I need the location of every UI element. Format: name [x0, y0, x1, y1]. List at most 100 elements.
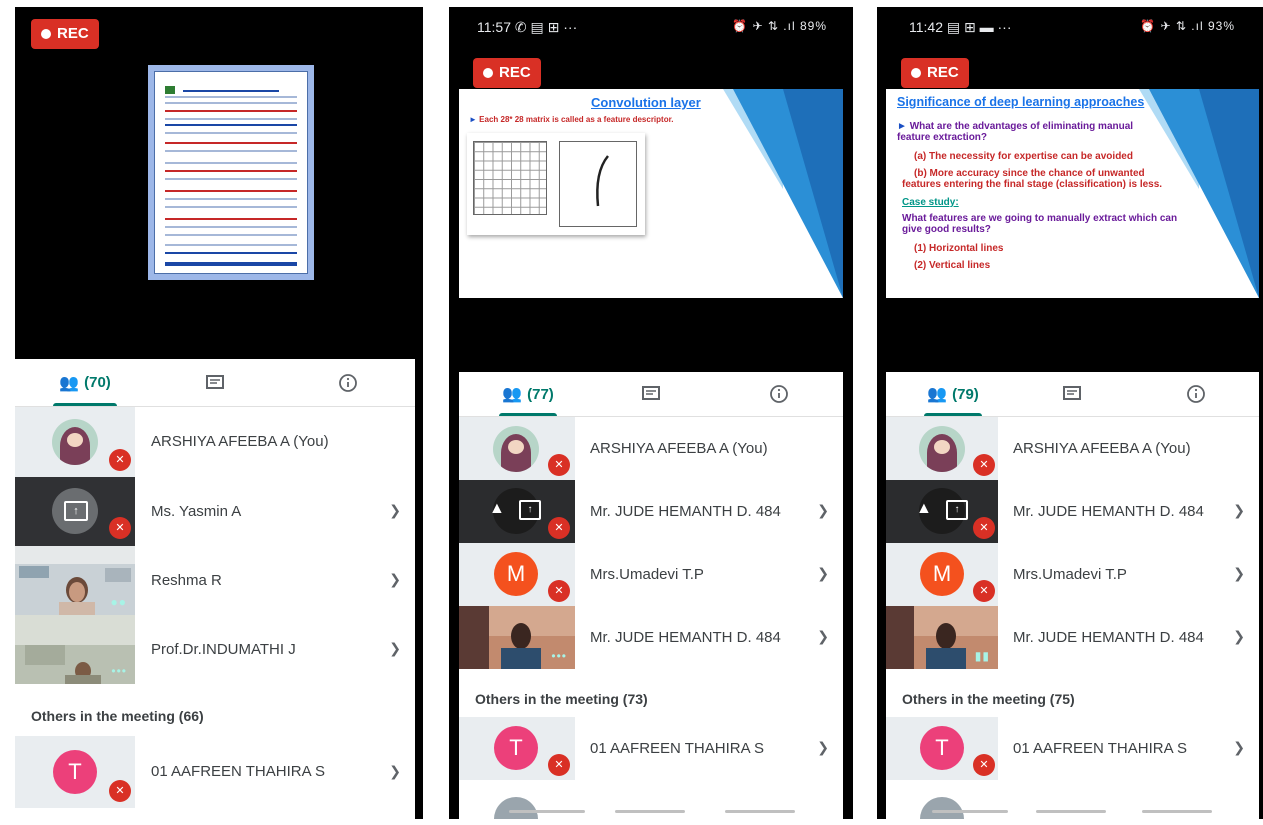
- participant-row[interactable]: M ✕ Mrs.Umadevi T.P ❯: [886, 543, 1259, 606]
- nav-gesture-bar: [1036, 810, 1106, 813]
- participant-tile: ▲ ↑ ✕: [886, 480, 998, 543]
- pin-icon: ▲: [489, 500, 505, 517]
- participant-name: Mr. JUDE HEMANTH D. 484: [1013, 629, 1204, 646]
- avatar: T: [53, 750, 97, 794]
- panel-tabs: 👥 (79): [886, 372, 1259, 417]
- chevron-right-icon[interactable]: ❯: [389, 571, 401, 588]
- mic-off-icon: ✕: [973, 454, 995, 476]
- mic-off-icon: ✕: [548, 454, 570, 476]
- participant-row[interactable]: T ✕ 01 AAFREEN THAHIRA S ❯: [459, 717, 843, 780]
- tab-info[interactable]: [328, 359, 368, 406]
- participant-row[interactable]: ✕ ARSHIYA AFEEBA A (You): [459, 417, 843, 480]
- participant-row[interactable]: M ✕ Mrs.Umadevi T.P ❯: [459, 543, 843, 606]
- participant-name: Ms. Yasmin A: [151, 503, 242, 520]
- rec-label: REC: [57, 25, 89, 42]
- chevron-right-icon[interactable]: ❯: [817, 628, 829, 645]
- participant-tile: •••: [459, 606, 575, 669]
- slide-title: Significance of deep learning approaches: [897, 95, 1145, 109]
- people-icon: 👥: [59, 374, 80, 392]
- speaking-indicator: ●●: [110, 595, 127, 609]
- participant-row[interactable]: ✕ ARSHIYA AFEEBA A (You): [886, 417, 1259, 480]
- participant-row[interactable]: T ✕ 01 AAFREEN THAHIRA S ❯: [15, 736, 415, 808]
- chevron-right-icon[interactable]: ❯: [1233, 628, 1245, 645]
- slide-answer: (b) More accuracy since the chance of un…: [902, 168, 1163, 190]
- participant-name: Prof.Dr.INDUMATHI J: [151, 641, 296, 658]
- participant-name: Mr. JUDE HEMANTH D. 484: [1013, 503, 1204, 520]
- participants-panel: 👥 (77) ✕ ARSHIYA AFEEBA A (You) ▲ ↑ ✕ Mr…: [459, 372, 843, 819]
- nav-gesture-bar: [932, 810, 1008, 813]
- slide-question: ► What are the advantages of eliminating…: [897, 121, 1134, 143]
- others-section-heading: Others in the meeting (75): [902, 691, 1075, 707]
- participant-row[interactable]: ▮▮ Mr. JUDE HEMANTH D. 484 ❯: [886, 606, 1259, 669]
- people-count: (79): [952, 385, 979, 403]
- shared-screen-poster: [148, 65, 314, 280]
- others-section-heading: Others in the meeting (73): [475, 691, 648, 707]
- chevron-right-icon[interactable]: ❯: [1233, 502, 1245, 519]
- chevron-right-icon[interactable]: ❯: [817, 502, 829, 519]
- tab-people[interactable]: 👥 (79): [916, 372, 990, 416]
- tab-chat[interactable]: [195, 359, 235, 406]
- people-count: (70): [84, 374, 111, 391]
- participant-row[interactable]: ↑ ✕ Ms. Yasmin A ❯: [15, 477, 415, 546]
- tab-info[interactable]: [759, 372, 799, 416]
- slide-title: Convolution layer: [591, 95, 701, 110]
- shared-screen-slide: Convolution layer ► Each 28* 28 matrix i…: [459, 89, 843, 298]
- participant-row[interactable]: ••• Mr. JUDE HEMANTH D. 484 ❯: [459, 606, 843, 669]
- info-icon: [1187, 385, 1205, 403]
- info-icon: [770, 385, 788, 403]
- participant-tile: M ✕: [886, 543, 998, 606]
- nav-gesture-bar: [509, 810, 585, 813]
- chevron-right-icon[interactable]: ❯: [389, 640, 401, 657]
- mic-off-icon: ✕: [109, 517, 131, 539]
- participant-tile: M ✕: [459, 543, 575, 606]
- chat-icon: [206, 374, 224, 389]
- participant-row[interactable]: ••• Prof.Dr.INDUMATHI J ❯: [15, 615, 415, 684]
- tab-people[interactable]: 👥 (70): [45, 359, 125, 406]
- tab-info[interactable]: [1176, 372, 1216, 416]
- panel-tabs: 👥 (70): [15, 359, 415, 407]
- chevron-right-icon[interactable]: ❯: [817, 565, 829, 582]
- others-section-heading: Others in the meeting (66): [31, 708, 204, 724]
- chevron-right-icon[interactable]: ❯: [1233, 739, 1245, 756]
- chevron-right-icon[interactable]: ❯: [389, 763, 401, 780]
- participant-name: 01 AAFREEN THAHIRA S: [1013, 740, 1187, 757]
- speaking-indicator: ▮▮: [974, 649, 990, 663]
- presenting-avatar: ↑: [52, 488, 98, 534]
- status-time: 11:57 ✆ ▤ ⊞ ···: [477, 19, 578, 35]
- tab-chat[interactable]: [1052, 372, 1092, 416]
- mic-off-icon: ✕: [109, 449, 131, 471]
- mic-off-icon: ✕: [548, 580, 570, 602]
- avatar: M: [920, 552, 964, 596]
- chevron-right-icon[interactable]: ❯: [389, 502, 401, 519]
- status-icons: ⏰ ✈ ⇅ .ıl 89%: [732, 19, 827, 33]
- participant-tile: ●●: [15, 546, 135, 615]
- participant-name: Mr. JUDE HEMANTH D. 484: [590, 503, 781, 520]
- participant-row[interactable]: ●● Reshma R ❯: [15, 546, 415, 615]
- chat-icon: [1063, 386, 1081, 400]
- participant-row[interactable]: ▲ ↑ ✕ Mr. JUDE HEMANTH D. 484 ❯: [459, 480, 843, 543]
- participant-tile: T ✕: [459, 717, 575, 780]
- mic-off-icon: ✕: [109, 780, 131, 802]
- participant-row[interactable]: ✕ ARSHIYA AFEEBA A (You): [15, 407, 415, 477]
- chevron-right-icon[interactable]: ❯: [817, 739, 829, 756]
- tab-chat[interactable]: [631, 372, 671, 416]
- participant-row[interactable]: ▲ ↑ ✕ Mr. JUDE HEMANTH D. 484 ❯: [886, 480, 1259, 543]
- recording-badge: REC: [473, 58, 541, 88]
- participant-row[interactable]: T ✕ 01 AAFREEN THAHIRA S ❯: [886, 717, 1259, 780]
- status-bar: 11:42 ▤ ⊞ ▬ ··· ⏰ ✈ ⇅ .ıl 93%: [877, 17, 1263, 39]
- present-screen-icon: ↑: [64, 501, 88, 521]
- people-icon: 👥: [927, 386, 948, 403]
- avatar: M: [494, 552, 538, 596]
- status-icons: ⏰ ✈ ⇅ .ıl 93%: [1140, 19, 1235, 33]
- participant-tile: T ✕: [886, 717, 998, 780]
- rec-label: REC: [927, 64, 959, 81]
- pin-icon: ▲: [916, 500, 932, 517]
- participant-tile: ✕: [886, 417, 998, 480]
- participant-name: 01 AAFREEN THAHIRA S: [590, 740, 764, 757]
- chevron-right-icon[interactable]: ❯: [1233, 565, 1245, 582]
- participant-tile: ▮▮: [886, 606, 998, 669]
- tab-people[interactable]: 👥 (77): [491, 372, 565, 416]
- participant-tile: T ✕: [15, 736, 135, 808]
- slide-list-item: (2) Vertical lines: [914, 260, 991, 271]
- participant-tile: ✕: [15, 407, 135, 477]
